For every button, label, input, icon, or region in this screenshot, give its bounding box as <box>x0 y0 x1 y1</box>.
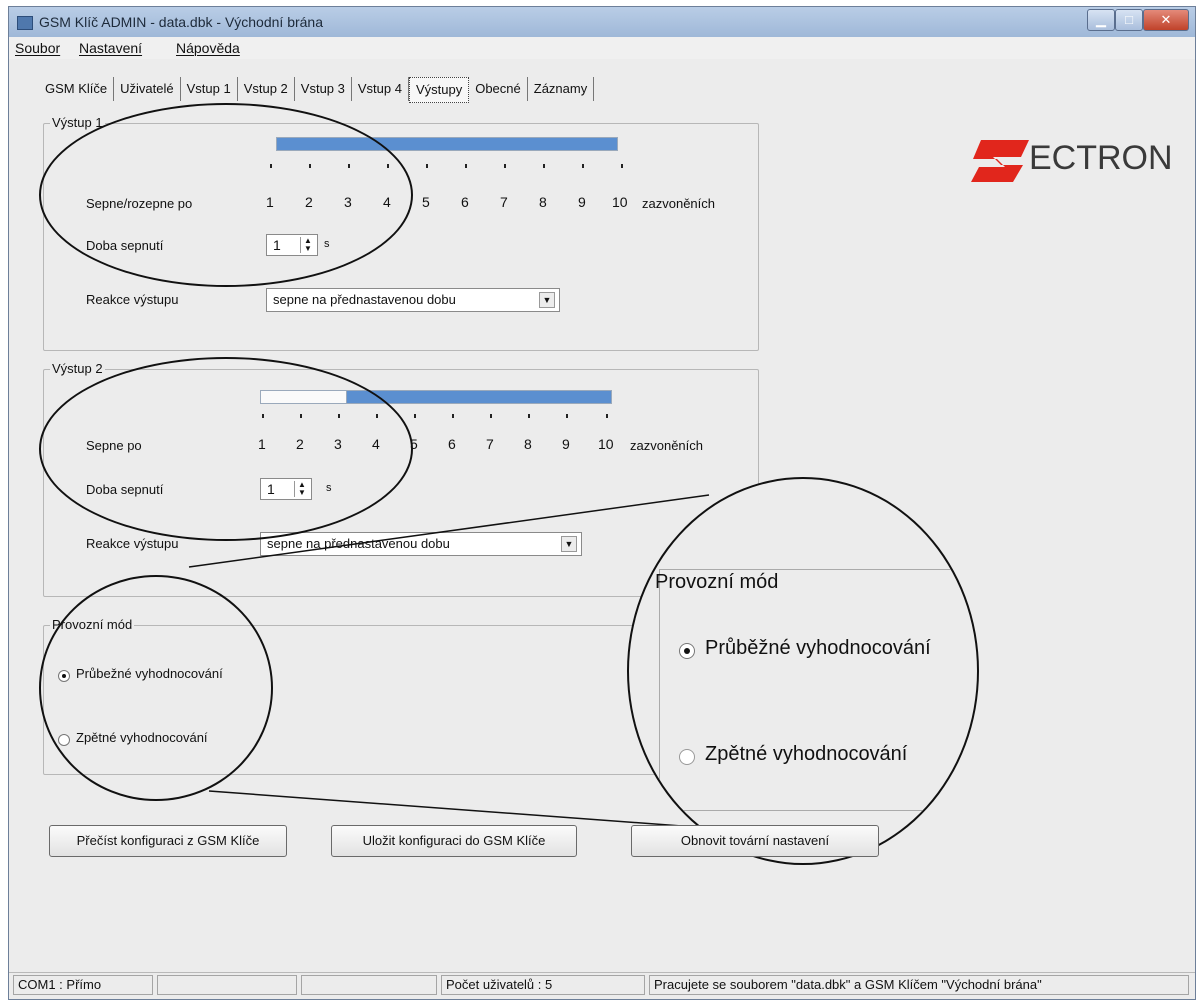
app-window: GSM Klíč ADMIN - data.dbk - Východní brá… <box>8 6 1196 1000</box>
zoom-mode-title: Provozní mód <box>655 571 779 593</box>
status-port: COM1 : Přímo <box>13 975 153 995</box>
status-users: Počet uživatelů : 5 <box>441 975 645 995</box>
zoom-callout: Provozní mód Průběžné vyhodnocování Zpět… <box>627 477 979 865</box>
status-empty-1 <box>157 975 297 995</box>
status-bar: COM1 : Přímo Počet uživatelů : 5 Pracuje… <box>9 972 1195 999</box>
zoom-option-backward: Zpětné vyhodnocování <box>705 743 908 765</box>
zoom-group-frame <box>659 569 977 811</box>
read-config-button[interactable]: Přečíst konfiguraci z GSM Klíče <box>49 825 287 857</box>
status-info: Pracujete se souborem "data.dbk" a GSM K… <box>649 975 1189 995</box>
status-empty-2 <box>301 975 437 995</box>
zoom-radio-continuous <box>679 643 695 659</box>
zoom-option-continuous: Průběžné vyhodnocování <box>705 637 931 659</box>
save-config-button[interactable]: Uložit konfiguraci do GSM Klíče <box>331 825 577 857</box>
zoom-radio-backward <box>679 749 695 765</box>
factory-reset-button[interactable]: Obnovit tovární nastavení <box>631 825 879 857</box>
